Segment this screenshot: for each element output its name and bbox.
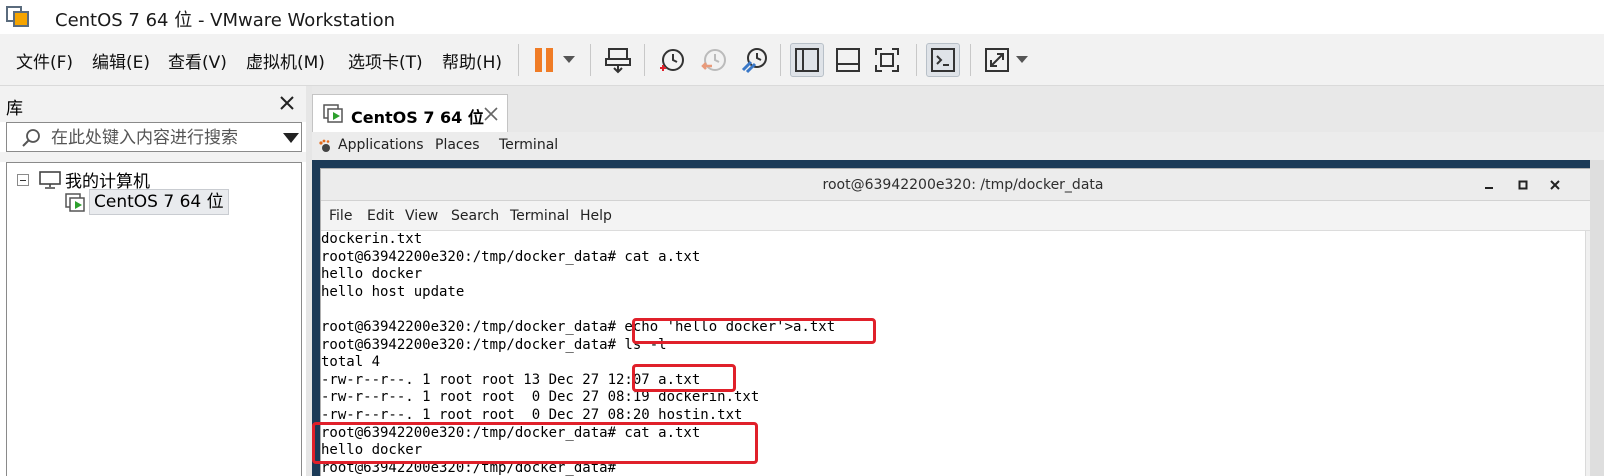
terminal-line: hello docker bbox=[321, 266, 423, 283]
vm-running-icon bbox=[65, 193, 85, 212]
search-icon bbox=[22, 129, 40, 147]
minimize-icon bbox=[1485, 187, 1493, 189]
snapshot-icon bbox=[660, 49, 684, 71]
terminal-line: hello host update bbox=[321, 283, 465, 300]
pause-icon bbox=[535, 48, 553, 72]
terminal-line: dockerin.txt bbox=[321, 231, 423, 247]
toolbar-separator bbox=[590, 44, 591, 76]
minimize-button[interactable] bbox=[1481, 177, 1497, 193]
gnome-foot-icon bbox=[319, 139, 330, 152]
menu-edit[interactable]: 编辑(E) bbox=[92, 48, 150, 73]
menu-file[interactable]: 文件(F) bbox=[16, 48, 73, 73]
library-view-button[interactable] bbox=[790, 43, 824, 77]
tab-centos[interactable]: CentOS 7 64 位 bbox=[312, 94, 508, 132]
search-dropdown-button[interactable] bbox=[283, 133, 299, 143]
thumbnail-view-button[interactable] bbox=[831, 43, 865, 77]
terminal-title: root@63942200e320: /tmp/docker_data bbox=[822, 177, 1104, 193]
tab-label: CentOS 7 64 位 bbox=[351, 108, 484, 127]
toolbar-separator bbox=[518, 44, 519, 76]
maximize-button[interactable] bbox=[1515, 177, 1531, 193]
guest-menu-terminal[interactable]: Terminal bbox=[499, 137, 558, 153]
thumbnail-view-icon bbox=[836, 48, 860, 72]
fullscreen-icon bbox=[875, 48, 899, 72]
library-search-input[interactable] bbox=[51, 127, 267, 149]
library-search-box bbox=[6, 122, 302, 152]
snapshot-manager-icon bbox=[741, 48, 767, 74]
library-spacer bbox=[0, 152, 306, 162]
window-edge bbox=[1590, 160, 1604, 476]
menu-tabs[interactable]: 选项卡(T) bbox=[348, 48, 423, 73]
terminal-menu-terminal[interactable]: Terminal bbox=[510, 208, 569, 224]
terminal-titlebar: root@63942200e320: /tmp/docker_data bbox=[321, 169, 1604, 201]
dropdown-arrow-icon bbox=[1016, 56, 1028, 63]
guest-menu-places[interactable]: Places bbox=[435, 137, 480, 153]
vm-tab-bar: CentOS 7 64 位 bbox=[312, 86, 1604, 132]
guest-top-panel: Applications Places Terminal bbox=[312, 132, 1604, 160]
tree-collapse-toggle[interactable] bbox=[17, 174, 29, 186]
send-keys-icon bbox=[605, 48, 631, 74]
dropdown-arrow-icon bbox=[563, 56, 575, 63]
stretch-button[interactable] bbox=[980, 43, 1014, 77]
tree-item-centos[interactable]: CentOS 7 64 位 bbox=[89, 189, 229, 215]
terminal-menu-edit[interactable]: Edit bbox=[367, 208, 394, 224]
send-keys-button[interactable] bbox=[601, 43, 635, 77]
terminal-menu-help[interactable]: Help bbox=[580, 208, 612, 224]
menu-vm[interactable]: 虚拟机(M) bbox=[246, 48, 325, 73]
power-dropdown-button[interactable] bbox=[556, 43, 582, 77]
revert-snapshot-button[interactable] bbox=[697, 43, 731, 77]
maximize-icon bbox=[1518, 180, 1528, 190]
close-icon[interactable] bbox=[483, 106, 499, 122]
close-icon bbox=[1550, 180, 1560, 190]
terminal-line: -rw-r--r--. 1 root root 0 Dec 27 08:19 d… bbox=[321, 389, 760, 406]
snapshot-manager-button[interactable] bbox=[738, 43, 772, 77]
toolbar-separator bbox=[916, 44, 917, 76]
menu-view[interactable]: 查看(V) bbox=[168, 48, 227, 73]
annotation-box-echo bbox=[632, 318, 876, 344]
window-titlebar: CentOS 7 64 位 - VMware Workstation bbox=[0, 0, 1604, 34]
close-button[interactable] bbox=[1547, 177, 1563, 193]
guest-menu-applications[interactable]: Applications bbox=[338, 137, 424, 153]
terminal-menu-view[interactable]: View bbox=[405, 208, 438, 224]
library-tree: 我的计算机 CentOS 7 64 位 bbox=[6, 162, 302, 476]
library-title: 库 bbox=[6, 99, 23, 119]
fullscreen-button[interactable] bbox=[870, 43, 904, 77]
toolbar-separator bbox=[970, 44, 971, 76]
terminal-menubar: File Edit View Search Terminal Help bbox=[321, 201, 1604, 231]
stretch-icon bbox=[985, 48, 1009, 72]
terminal-line: total 4 bbox=[321, 354, 381, 371]
menu-help[interactable]: 帮助(H) bbox=[442, 48, 502, 73]
computer-icon bbox=[39, 171, 61, 189]
stretch-dropdown-button[interactable] bbox=[1010, 43, 1034, 77]
vm-running-icon bbox=[323, 104, 343, 123]
revert-snapshot-icon bbox=[701, 49, 726, 71]
annotation-box-file bbox=[632, 364, 736, 392]
toolbar-separator bbox=[644, 44, 645, 76]
library-header: 库 bbox=[0, 86, 306, 122]
close-icon[interactable] bbox=[278, 94, 296, 112]
terminal-line: root@63942200e320:/tmp/docker_data# ls -… bbox=[321, 336, 667, 353]
annotation-box-cat bbox=[312, 422, 758, 464]
terminal-line: root@63942200e320:/tmp/docker_data# cat … bbox=[321, 248, 701, 265]
toolbar-separator bbox=[780, 44, 781, 76]
console-view-button[interactable] bbox=[926, 43, 960, 77]
vmware-logo-icon bbox=[6, 6, 29, 27]
menu-toolbar: 文件(F) 编辑(E) 查看(V) 虚拟机(M) 选项卡(T) 帮助(H) bbox=[0, 34, 1604, 86]
terminal-menu-search[interactable]: Search bbox=[451, 208, 499, 224]
library-view-icon bbox=[795, 48, 819, 72]
terminal-menu-file[interactable]: File bbox=[329, 208, 352, 224]
window-title: CentOS 7 64 位 - VMware Workstation bbox=[55, 10, 396, 31]
take-snapshot-button[interactable] bbox=[655, 43, 689, 77]
console-view-icon bbox=[931, 48, 955, 72]
